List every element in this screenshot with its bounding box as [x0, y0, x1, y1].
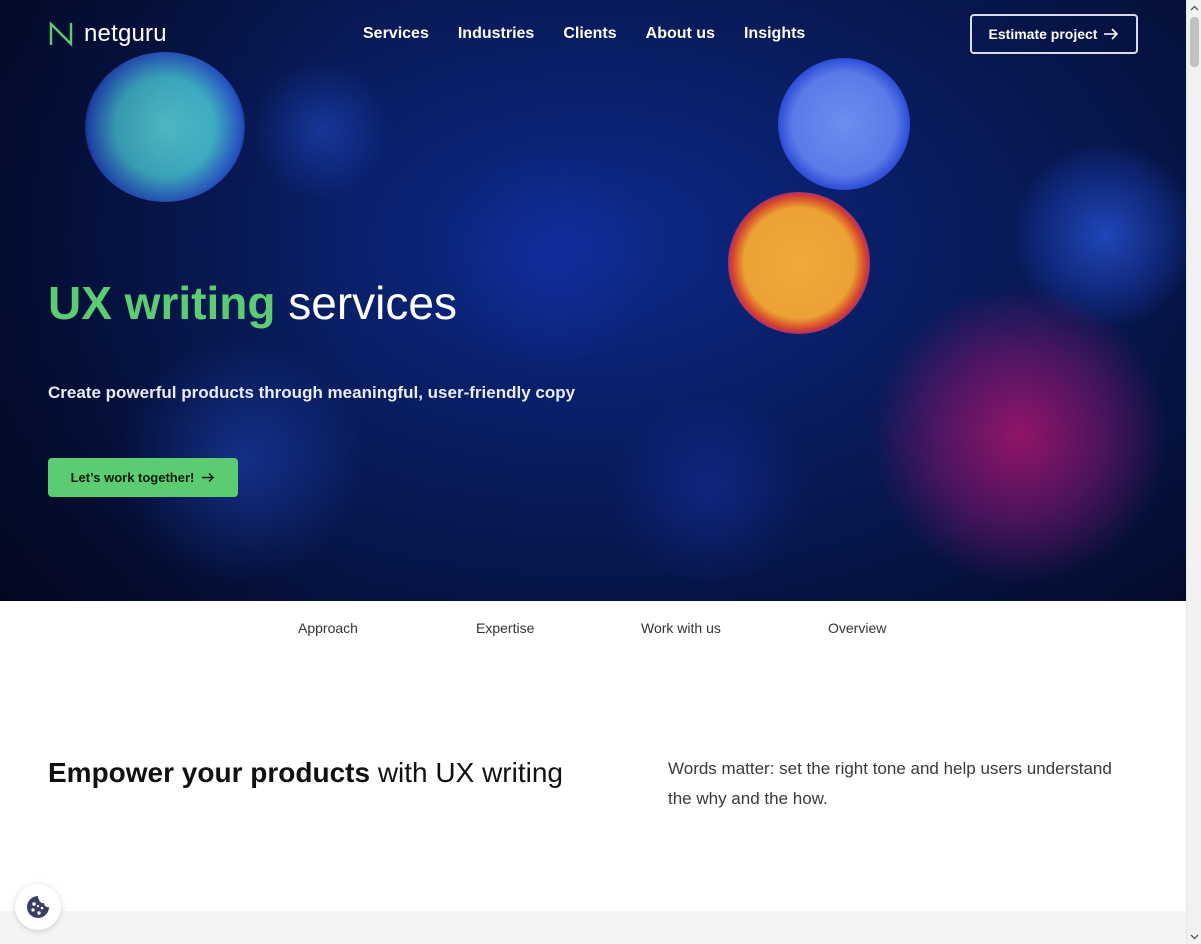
netguru-n-logo-icon — [49, 21, 73, 47]
scrollbar-thumb[interactable] — [1190, 17, 1199, 67]
next-section-band — [0, 911, 1186, 944]
hero-banner: netguru Services Industries Clients Abou… — [0, 0, 1186, 601]
tab-approach[interactable]: Approach — [298, 620, 358, 636]
nav-item-industries[interactable]: Industries — [458, 25, 534, 43]
hero-title-rest: services — [275, 277, 457, 329]
nav-item-insights[interactable]: Insights — [744, 25, 805, 43]
scroll-up-arrow-icon[interactable] — [1187, 0, 1201, 15]
hero-subtitle: Create powerful products through meaning… — [48, 383, 576, 402]
tab-overview[interactable]: Overview — [828, 620, 886, 636]
logo-link[interactable]: netguru — [48, 20, 167, 48]
work-together-button[interactable]: Let’s work together! — [48, 458, 238, 497]
estimate-project-button[interactable]: Estimate project — [970, 14, 1138, 54]
arrow-right-icon — [202, 472, 215, 483]
nav-item-clients[interactable]: Clients — [563, 25, 616, 43]
section-title: Empower your products with UX writing — [48, 757, 563, 789]
work-together-label: Let’s work together! — [70, 470, 195, 485]
nav-item-services[interactable]: Services — [363, 25, 429, 43]
cookie-settings-button[interactable] — [15, 884, 61, 930]
cookie-icon — [27, 896, 49, 918]
page-scrollbar[interactable] — [1186, 0, 1201, 944]
logo-text: netguru — [84, 20, 167, 47]
section-tabs: Approach Expertise Work with us Overview — [0, 601, 1186, 657]
section-title-bold: Empower your products — [48, 757, 371, 788]
tab-work-with-us[interactable]: Work with us — [641, 620, 721, 636]
arrow-right-icon — [1104, 28, 1119, 40]
section-text: Words matter: set the right tone and hel… — [668, 759, 1112, 808]
nav-item-about-us[interactable]: About us — [646, 25, 715, 43]
tab-expertise[interactable]: Expertise — [476, 620, 534, 636]
hero-title-accent: UX writing — [48, 277, 276, 329]
main-nav: Services Industries Clients About us Ins… — [363, 25, 805, 43]
scroll-down-arrow-icon[interactable] — [1187, 929, 1201, 944]
section-title-rest: with UX writing — [370, 757, 563, 788]
estimate-project-label: Estimate project — [988, 26, 1098, 42]
hero-title: UX writing services — [48, 276, 457, 330]
